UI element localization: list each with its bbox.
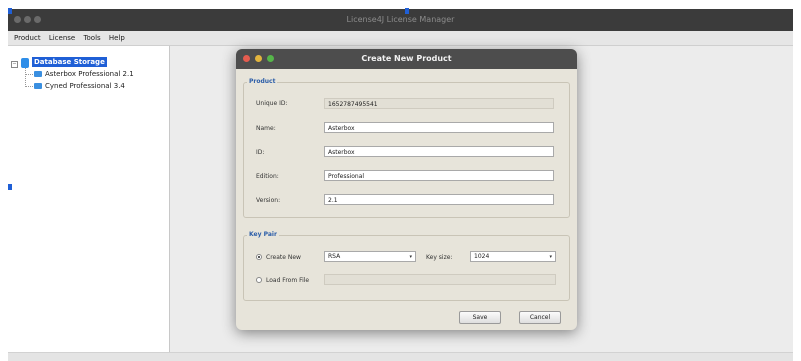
create-new-label: Create New [266, 254, 301, 261]
save-button[interactable]: Save [459, 311, 501, 324]
name-label: Name: [256, 125, 276, 132]
create-product-dialog: Create New Product Product Unique ID: 16… [236, 49, 577, 330]
tree-item-asterbox[interactable]: Asterbox Professional 2.1 [45, 70, 134, 78]
menu-help[interactable]: Help [109, 31, 125, 45]
algorithm-value: RSA [328, 253, 341, 260]
edition-label: Edition: [256, 173, 279, 180]
name-field[interactable]: Asterbox [324, 122, 554, 133]
keypair-group [243, 235, 570, 301]
menu-tools[interactable]: Tools [83, 31, 100, 45]
title-bar[interactable]: License4J License Manager [8, 9, 793, 31]
menu-product[interactable]: Product [14, 31, 41, 45]
resize-handle[interactable] [8, 184, 12, 190]
load-from-file-field [324, 274, 556, 285]
tree-root-database-storage[interactable]: Database Storage [32, 57, 107, 67]
version-label: Version: [256, 197, 281, 204]
tree-connector [25, 74, 33, 75]
key-size-label: Key size: [426, 254, 453, 261]
create-new-radio[interactable] [256, 254, 262, 260]
product-icon [34, 83, 42, 89]
collapse-toggle-icon[interactable]: − [11, 61, 18, 68]
tree-connector [25, 86, 33, 87]
product-icon [34, 71, 42, 77]
resize-handle[interactable] [405, 8, 409, 14]
key-size-value: 1024 [474, 253, 490, 260]
tree-item-cyned[interactable]: Cyned Professional 3.4 [45, 82, 125, 90]
key-size-select[interactable]: 1024 ▾ [470, 251, 556, 262]
dialog-title: Create New Product [361, 54, 452, 63]
algorithm-select[interactable]: RSA ▾ [324, 251, 416, 262]
id-field[interactable]: Asterbox [324, 146, 554, 157]
load-from-file-label: Load From File [266, 277, 310, 284]
cancel-button[interactable]: Cancel [519, 311, 561, 324]
chevron-down-icon: ▾ [409, 254, 412, 260]
version-field[interactable]: 2.1 [324, 194, 554, 205]
database-icon [21, 58, 29, 68]
keypair-group-title: Key Pair [247, 231, 279, 238]
edition-field[interactable]: Professional [324, 170, 554, 181]
menu-license[interactable]: License [49, 31, 75, 45]
id-label: ID: [256, 149, 265, 156]
chevron-down-icon: ▾ [549, 254, 552, 260]
resize-handle[interactable] [8, 8, 12, 14]
dialog-title-bar[interactable]: Create New Product [236, 49, 577, 69]
product-tree: − Database Storage Asterbox Professional… [8, 46, 170, 352]
load-from-file-radio[interactable] [256, 277, 262, 283]
product-group-title: Product [247, 78, 278, 85]
unique-id-label: Unique ID: [256, 100, 288, 107]
unique-id-field: 1652787495541 [324, 98, 554, 109]
tree-connector [25, 68, 27, 87]
menu-bar: Product License Tools Help [8, 31, 793, 46]
window-title: License4J License Manager [346, 15, 455, 24]
